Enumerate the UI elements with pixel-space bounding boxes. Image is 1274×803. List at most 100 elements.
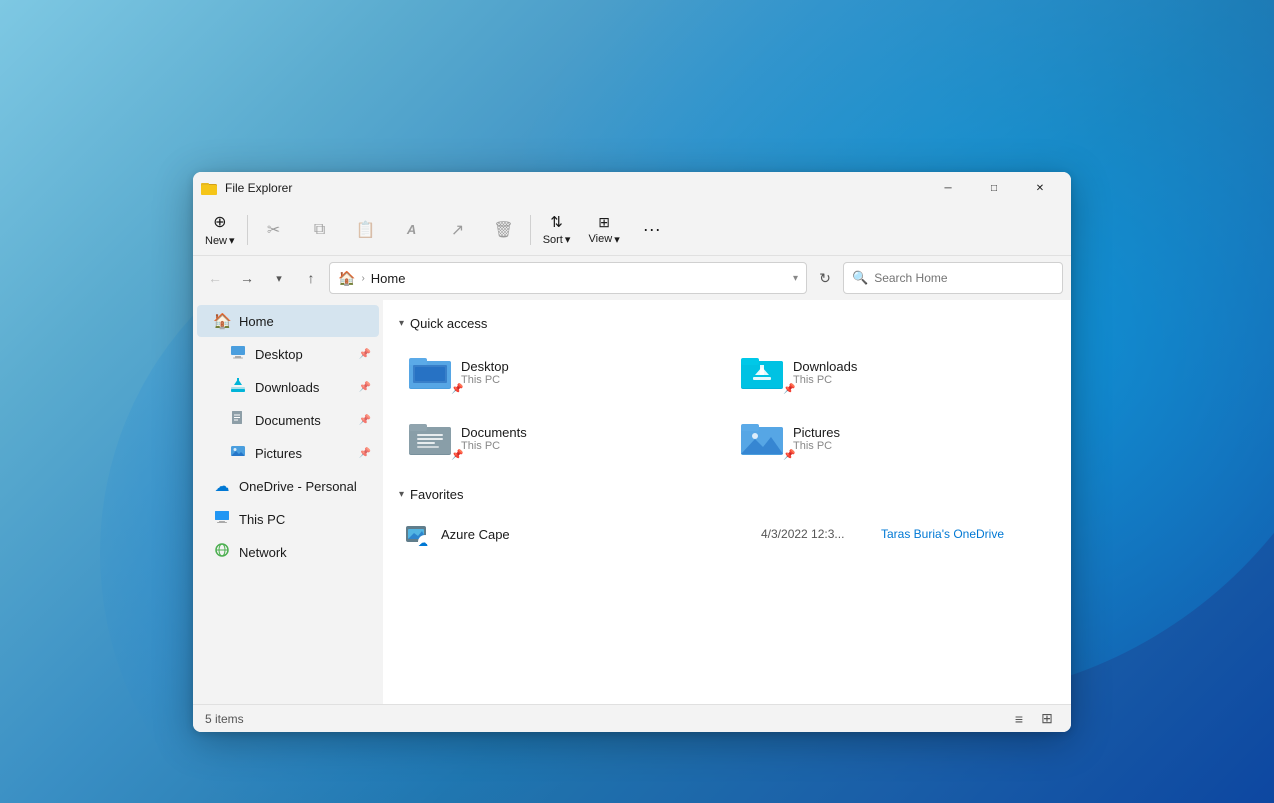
favorites-chevron[interactable]: ▾ [399, 489, 404, 500]
copy-button[interactable]: ⧉ [298, 208, 342, 252]
view-icon: ⊞ [598, 214, 610, 231]
folder-item-desktop[interactable]: Desktop This PC 📌 [399, 343, 723, 401]
pictures-folder-pin: 📌 [783, 450, 795, 461]
folder-item-downloads[interactable]: Downloads This PC 📌 [731, 343, 1055, 401]
sidebar-label-downloads: Downloads [255, 380, 351, 395]
sidebar-label-desktop: Desktop [255, 347, 351, 362]
toolbar: ⊕ New ▾ ✂ ⧉ 📋 A ↗ 🗑 ⇅ Sort [193, 204, 1071, 256]
desktop-folder-pin: 📌 [451, 384, 463, 395]
quick-access-chevron[interactable]: ▾ [399, 318, 404, 329]
pictures-folder-sub: This PC [793, 440, 1045, 452]
cut-icon: ✂ [267, 220, 280, 240]
sidebar-item-documents[interactable]: Documents 📌 [197, 404, 379, 436]
sidebar-label-home: Home [239, 314, 371, 329]
folder-item-documents[interactable]: Documents This PC 📌 [399, 409, 723, 467]
new-label: New [205, 235, 227, 247]
sidebar-item-network[interactable]: Network [197, 536, 379, 568]
sort-icon: ⇅ [550, 213, 563, 231]
downloads-folder-icon [741, 351, 783, 393]
downloads-nav-icon [229, 377, 247, 397]
grid-view-button[interactable]: ⊞ [1035, 707, 1059, 731]
downloads-folder-name: Downloads [793, 359, 1045, 374]
paste-button[interactable]: 📋 [344, 208, 388, 252]
sidebar-label-documents: Documents [255, 413, 351, 428]
rename-button[interactable]: A [390, 208, 434, 252]
main-area: 🏠 Home Desktop 📌 Downloads 📌 [193, 300, 1071, 704]
refresh-button[interactable]: ↻ [811, 264, 839, 292]
pictures-folder-name: Pictures [793, 425, 1045, 440]
address-location: Home [371, 271, 406, 286]
view-button[interactable]: ⊞ View ▾ [581, 208, 628, 252]
search-box[interactable]: 🔍 [843, 262, 1063, 294]
thispc-icon [213, 509, 231, 529]
toolbar-separator-1 [247, 215, 248, 245]
toolbar-separator-2 [530, 215, 531, 245]
address-dropdown-icon[interactable]: ▾ [793, 273, 798, 284]
item-count: 5 items [205, 712, 244, 726]
downloads-folder-sub: This PC [793, 374, 1045, 386]
delete-icon: 🗑 [493, 220, 513, 240]
back-button[interactable]: ← [201, 264, 229, 292]
sidebar-label-thispc: This PC [239, 512, 371, 527]
close-button[interactable]: ✕ [1017, 172, 1063, 204]
status-bar: 5 items ≡ ⊞ [193, 704, 1071, 732]
documents-folder-icon [409, 417, 451, 459]
sort-dropdown-arrow: ▾ [565, 233, 571, 246]
sidebar-item-pictures[interactable]: Pictures 📌 [197, 437, 379, 469]
address-bar[interactable]: 🏠 › Home ▾ [329, 262, 807, 294]
rename-icon: A [407, 222, 416, 237]
minimize-button[interactable]: ─ [925, 172, 971, 204]
new-button[interactable]: ⊕ New ▾ [197, 208, 243, 252]
delete-button[interactable]: 🗑 [482, 208, 526, 252]
content-area: ▾ Quick access [383, 300, 1071, 704]
quick-access-label: Quick access [410, 316, 487, 331]
search-icon: 🔍 [852, 270, 868, 286]
sidebar-item-home[interactable]: 🏠 Home [197, 305, 379, 337]
sidebar-item-thispc[interactable]: This PC [197, 503, 379, 535]
sidebar-item-downloads[interactable]: Downloads 📌 [197, 371, 379, 403]
search-input[interactable] [874, 271, 1054, 285]
new-icon: ⊕ [213, 212, 226, 232]
desktop-folder-sub: This PC [461, 374, 713, 386]
view-dropdown-arrow: ▾ [614, 233, 620, 246]
share-icon: ↗ [451, 220, 464, 240]
folder-item-pictures[interactable]: Pictures This PC 📌 [731, 409, 1055, 467]
desktop-icon [229, 344, 247, 364]
pictures-folder-icon [741, 417, 783, 459]
forward-button[interactable]: → [233, 264, 261, 292]
list-view-button[interactable]: ≡ [1007, 707, 1031, 731]
favorites-list: ☁ Azure Cape 4/3/2022 12:3... Taras Buri… [399, 514, 1055, 554]
favorites-label: Favorites [410, 487, 463, 502]
pictures-nav-icon [229, 443, 247, 463]
copy-icon: ⧉ [314, 221, 325, 239]
fav-item-azure-cape[interactable]: ☁ Azure Cape 4/3/2022 12:3... Taras Buri… [399, 514, 1055, 554]
sidebar-item-desktop[interactable]: Desktop 📌 [197, 338, 379, 370]
sidebar-item-onedrive[interactable]: ☁ OneDrive - Personal [197, 470, 379, 502]
quick-access-header: ▾ Quick access [399, 316, 1055, 331]
more-button[interactable]: ··· [630, 208, 674, 252]
up-button[interactable]: ↑ [297, 264, 325, 292]
documents-pin-icon: 📌 [359, 415, 371, 426]
fav-name-azure-cape: Azure Cape [441, 527, 751, 542]
maximize-button[interactable]: □ [971, 172, 1017, 204]
file-explorer-window: File Explorer ─ □ ✕ ⊕ New ▾ ✂ ⧉ 📋 A [193, 172, 1071, 732]
sort-button[interactable]: ⇅ Sort ▾ [535, 208, 579, 252]
downloads-folder-pin: 📌 [783, 384, 795, 395]
quick-access-grid: Desktop This PC 📌 [399, 343, 1055, 467]
recent-button[interactable]: ▾ [265, 264, 293, 292]
fav-date-azure-cape: 4/3/2022 12:3... [761, 527, 871, 541]
cut-button[interactable]: ✂ [252, 208, 296, 252]
sidebar-label-network: Network [239, 545, 371, 560]
network-icon [213, 542, 231, 562]
title-bar: File Explorer ─ □ ✕ [193, 172, 1071, 204]
svg-text:☁: ☁ [418, 538, 428, 548]
share-button[interactable]: ↗ [436, 208, 480, 252]
nav-bar: ← → ▾ ↑ 🏠 › Home ▾ ↻ 🔍 [193, 256, 1071, 300]
favorites-header: ▾ Favorites [399, 487, 1055, 502]
title-bar-title: File Explorer [225, 181, 925, 195]
address-home-icon: 🏠 [338, 270, 355, 287]
view-label: View [589, 233, 613, 245]
title-bar-icon [201, 180, 217, 196]
sidebar-label-pictures: Pictures [255, 446, 351, 461]
desktop-folder-name: Desktop [461, 359, 713, 374]
